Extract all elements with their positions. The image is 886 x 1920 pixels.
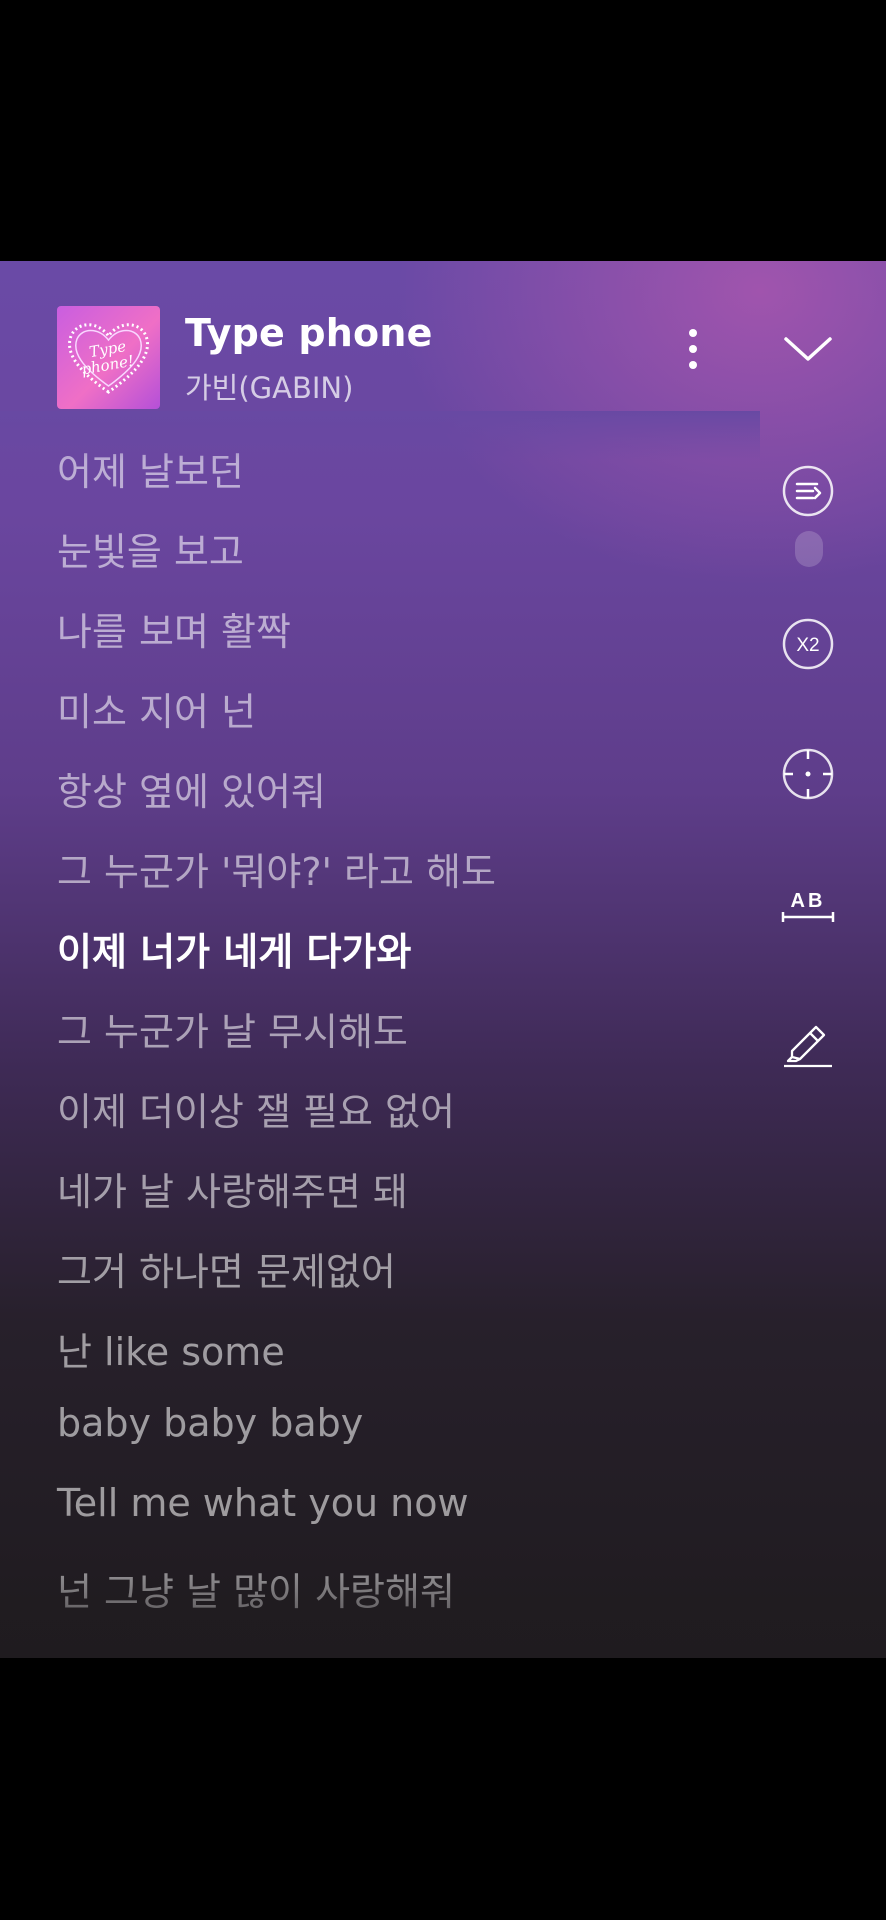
- more-options-button[interactable]: [668, 321, 718, 381]
- lyric-line[interactable]: baby baby baby: [57, 1401, 363, 1445]
- album-art-heart: Type phone!: [68, 323, 149, 394]
- highlight-button[interactable]: [780, 1019, 836, 1075]
- svg-text:phone!: phone!: [80, 352, 135, 379]
- ab-repeat-button[interactable]: AB: [780, 881, 836, 937]
- lyric-line[interactable]: 넌 그냥 날 많이 사랑해줘: [57, 1561, 455, 1616]
- crosshair-icon: [782, 748, 834, 800]
- lyric-line[interactable]: 눈빛을 보고: [57, 521, 244, 576]
- lyric-line[interactable]: 난 like some: [57, 1321, 285, 1376]
- ab-repeat-icon: AB: [781, 890, 835, 922]
- auto-scroll-button[interactable]: [780, 463, 836, 519]
- lyrics-list[interactable]: 어제 날보던 눈빛을 보고 나를 보며 활짝 미소 지어 넌 항상 옆에 있어줘…: [0, 391, 886, 1658]
- lyric-line[interactable]: 이제 더이상 잴 필요 없어: [57, 1081, 455, 1136]
- speed-label: X2: [796, 635, 819, 656]
- more-vertical-icon: [689, 329, 697, 369]
- locate-current-line-button[interactable]: [780, 746, 836, 802]
- lyric-line[interactable]: 네가 날 사랑해주면 돼: [57, 1161, 408, 1216]
- artist-name[interactable]: 가빈(GABIN): [185, 365, 353, 407]
- lyric-line[interactable]: 그 누군가 날 무시해도: [57, 1001, 408, 1056]
- highlighter-icon: [784, 1025, 832, 1068]
- speed-button[interactable]: X2: [780, 616, 836, 672]
- collapse-button[interactable]: [776, 321, 840, 381]
- lyric-line[interactable]: 어제 날보던: [57, 441, 244, 496]
- lyric-line-active[interactable]: 이제 너가 네게 다가와: [57, 921, 411, 976]
- lyric-line[interactable]: 그거 하나면 문제없어: [57, 1241, 396, 1296]
- auto-scroll-lyrics-icon: [782, 465, 834, 517]
- lyric-line[interactable]: 나를 보며 활짝: [57, 601, 291, 656]
- album-cover[interactable]: Type phone!: [57, 306, 160, 409]
- ab-label: AB: [791, 890, 826, 912]
- player-header: Type phone! Type phone 가빈(GABIN): [0, 261, 886, 411]
- scroll-indicator[interactable]: [795, 531, 823, 567]
- song-title: Type phone: [185, 311, 433, 355]
- lyric-line[interactable]: Tell me what you now: [57, 1481, 469, 1525]
- lyric-line[interactable]: 그 누군가 '뭐야?' 라고 해도: [57, 841, 496, 896]
- lyric-line[interactable]: 항상 옆에 있어줘: [57, 761, 326, 816]
- chevron-down-icon: [784, 337, 832, 361]
- lyrics-screen: 어제 날보던 눈빛을 보고 나를 보며 활짝 미소 지어 넌 항상 옆에 있어줘…: [0, 261, 886, 1658]
- speed-icon: X2: [782, 618, 834, 670]
- lyric-line[interactable]: 미소 지어 넌: [57, 681, 256, 736]
